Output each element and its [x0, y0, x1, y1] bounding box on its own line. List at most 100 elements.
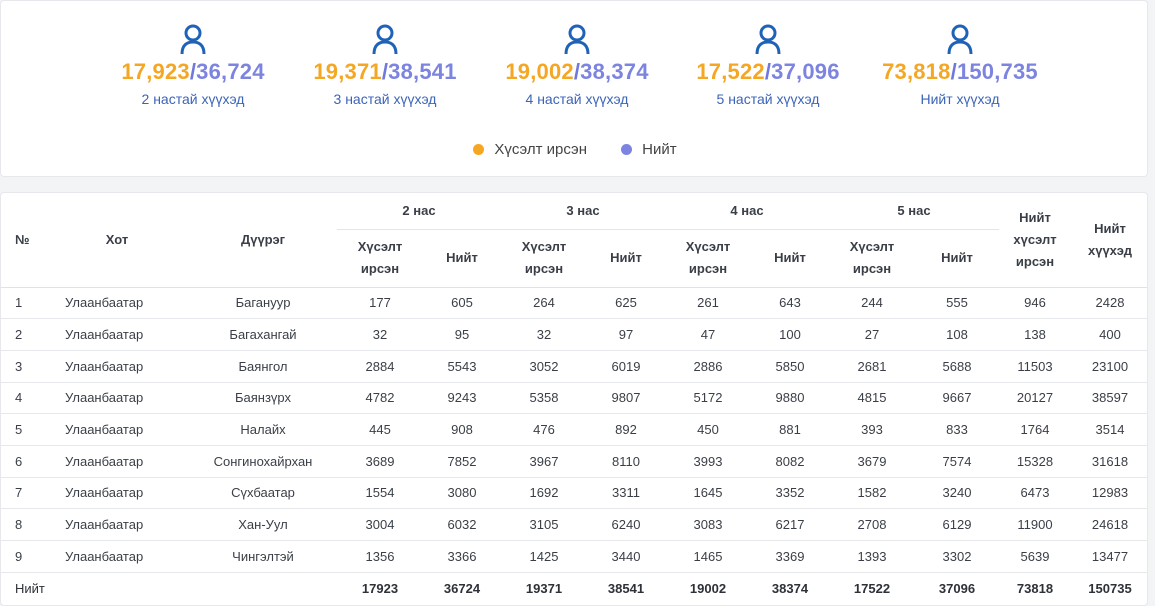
total-cell: 73818 [1016, 580, 1054, 596]
table-cell: 108 [946, 327, 968, 343]
table-cell: 5850 [775, 358, 805, 374]
table-cell: 9243 [447, 390, 477, 406]
total-cell: 38541 [607, 580, 645, 596]
table-cell: 4815 [857, 390, 887, 406]
table-cell: 1645 [693, 485, 723, 501]
table-cell: 7574 [942, 453, 972, 469]
table-cell: Улаанбаатар [65, 358, 144, 374]
col-header-no: № [15, 231, 30, 247]
table-cell: 4 [15, 390, 23, 406]
table-row: 2 Улаанбаатар Багахангай 32 95 32 97 47 100 27 108… [1, 319, 1147, 351]
table-cell: 8 [15, 517, 23, 533]
col-header-requested: Хүсэлт ирсэн [357, 239, 403, 276]
table-cell: 2884 [365, 358, 395, 374]
total-count: 37,096 [771, 59, 840, 84]
requested-count: 19,371 [313, 59, 382, 84]
total-cell: 19371 [525, 580, 563, 596]
col-header-total-children: Нийт хүүхэд [1087, 220, 1132, 258]
table-cell: 3105 [529, 517, 559, 533]
table-cell: 261 [697, 295, 719, 311]
table-cell: 555 [946, 295, 968, 311]
col-group-age-2: 2 нас [337, 193, 501, 230]
table-cell: 32 [536, 327, 552, 343]
stat-total: 73,818/150,735 Нийт хүүхэд [860, 23, 1060, 107]
person-icon [372, 24, 398, 55]
total-cell: 150735 [1088, 580, 1132, 596]
legend-item-total[interactable]: Нийт [621, 141, 677, 158]
table-row: 4 Улаанбаатар Баянзүрх 4782 9243 5358 9807 5172… [1, 382, 1147, 414]
table-cell: 3440 [611, 548, 641, 564]
table-cell: 908 [451, 422, 473, 438]
col-header-total: Нийт [774, 250, 806, 265]
table-cell: 264 [533, 295, 555, 311]
legend-item-requested[interactable]: Хүсэлт ирсэн [473, 141, 587, 158]
stat-values: 73,818/150,735 [882, 59, 1038, 84]
table-cell: 1425 [529, 548, 559, 564]
table-cell: 5543 [447, 358, 477, 374]
table-cell: Улаанбаатар [65, 327, 144, 343]
table-cell: 1 [15, 295, 23, 311]
requested-count: 17,923 [121, 59, 190, 84]
table-cell: 445 [369, 422, 391, 438]
table-cell: 643 [779, 295, 801, 311]
table-cell: 5639 [1020, 548, 1050, 564]
table-cell: 400 [1099, 327, 1121, 343]
table-cell: 2708 [857, 517, 887, 533]
table-cell: 8082 [775, 453, 805, 469]
col-group-age-4: 4 нас [665, 193, 829, 230]
table-cell: 3679 [857, 453, 887, 469]
table-cell: 6240 [611, 517, 641, 533]
table-cell: 2886 [693, 358, 723, 374]
table-cell: 9807 [611, 390, 641, 406]
table-row: 9 Улаанбаатар Чингэлтэй 1356 3366 1425 3440 146… [1, 541, 1147, 573]
table-cell: Улаанбаатар [65, 485, 144, 501]
table-cell: 3052 [529, 358, 559, 374]
table-cell: 6217 [775, 517, 805, 533]
table-cell: 3 [15, 358, 23, 374]
legend: Хүсэлт ирсэн Нийт [1, 141, 1149, 159]
table-cell: Баянгол [238, 358, 288, 374]
legend-label: Нийт [642, 141, 677, 158]
person-icon [755, 24, 781, 55]
table-cell: Багахангай [229, 327, 297, 343]
col-header-district: Дүүрэг [240, 231, 286, 247]
table-cell: 9 [15, 548, 23, 564]
stat-label: 3 настай хүүхэд [333, 91, 437, 107]
table-cell: 1692 [529, 485, 559, 501]
stat-label: 2 настай хүүхэд [141, 91, 245, 107]
table-cell: 13477 [1091, 548, 1129, 564]
table-body: 1 Улаанбаатар Баганууp 177 605 264 625 261 643 24… [1, 287, 1147, 573]
table-cell: Налайх [240, 422, 286, 438]
table-cell: 5172 [693, 390, 723, 406]
stat-label: 5 настай хүүхэд [716, 91, 820, 107]
kindergarten-table: № Хот Дүүрэг 2 нас 3 нас 4 нас 5 нас Ний… [1, 193, 1147, 604]
col-header-city: Хот [105, 231, 129, 247]
table-cell: 8110 [612, 453, 640, 469]
total-cell: 17923 [361, 580, 399, 596]
table-cell: 97 [618, 327, 634, 343]
table-cell: 6032 [447, 517, 477, 533]
table-cell: 3004 [365, 517, 395, 533]
total-row-label: Нийт [15, 580, 45, 596]
table-cell: 6473 [1020, 485, 1050, 501]
total-cell: 36724 [443, 580, 481, 596]
table-cell: 23100 [1091, 358, 1129, 374]
total-row: Нийт 17923 36724 19371 38541 19002 38374 17522 3… [1, 572, 1147, 604]
table-cell: 177 [369, 295, 391, 311]
table-cell: 7852 [447, 453, 477, 469]
table-cell: 3083 [693, 517, 723, 533]
table-cell: 450 [697, 422, 719, 438]
table-cell: 3514 [1095, 422, 1125, 438]
table-cell: 625 [615, 295, 637, 311]
table-cell: 24618 [1091, 517, 1129, 533]
table-cell: 31618 [1091, 453, 1129, 469]
table-header: № Хот Дүүрэг 2 нас 3 нас 4 нас 5 нас Ний… [1, 193, 1147, 287]
total-count: 150,735 [956, 59, 1038, 84]
table-cell: 2681 [857, 358, 887, 374]
table-cell: 1356 [365, 548, 395, 564]
table-cell: 3080 [447, 485, 477, 501]
table-cell: 9667 [942, 390, 972, 406]
table-cell: 5688 [942, 358, 972, 374]
total-count: 36,724 [196, 59, 265, 84]
col-header-total: Нийт [941, 250, 973, 265]
